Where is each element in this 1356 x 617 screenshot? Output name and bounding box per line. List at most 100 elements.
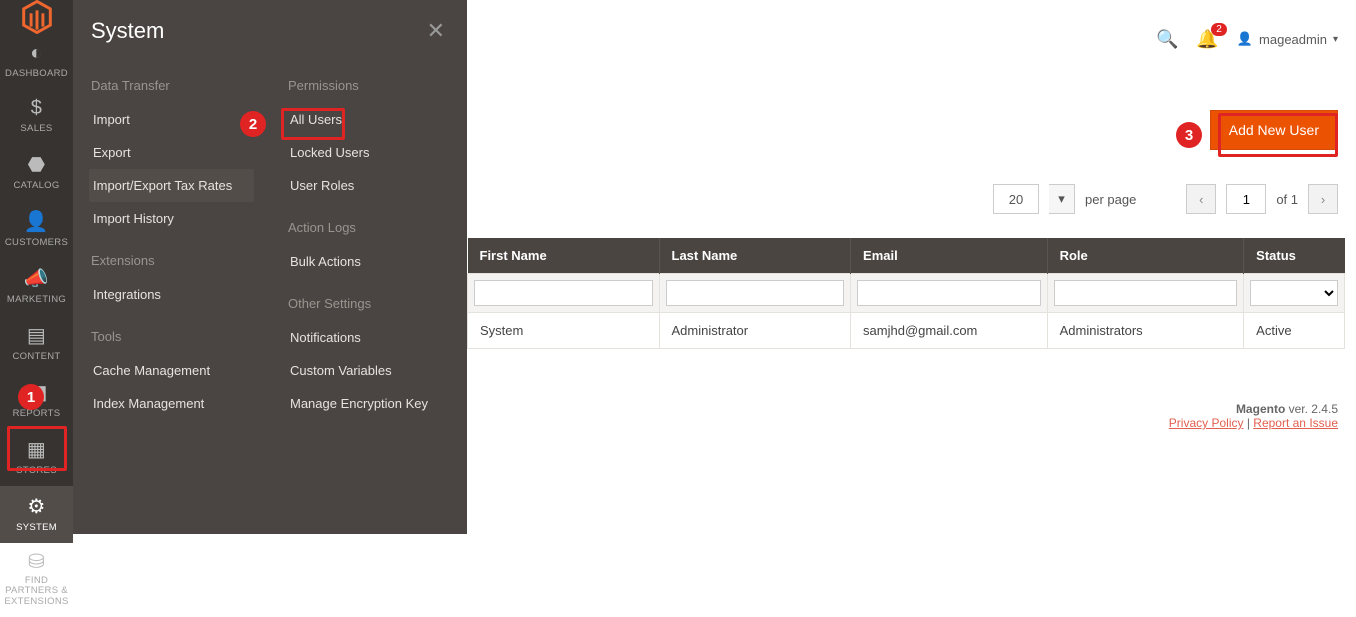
section-heading: Action Logs [286,202,451,245]
add-new-user-button[interactable]: Add New User [1210,110,1338,150]
nav-label: CONTENT [12,351,60,362]
per-page-label: per page [1085,192,1136,207]
col-last-name[interactable]: Last Name [659,238,851,274]
page-icon: ▤ [27,323,46,348]
annotation-badge-3: 3 [1176,122,1202,148]
page-size-dropdown-icon[interactable]: ▾ [1049,184,1075,214]
nav-label: STORES [16,465,57,476]
person-icon: 👤 [24,209,49,234]
section-heading: Other Settings [286,278,451,321]
main-area: 🔍 🔔2 👤 mageadmin ▾ Add New User 20 ▾ per … [467,0,1356,534]
flyout-col-left: Data Transfer Import Export Import/Expor… [73,60,270,420]
menu-export[interactable]: Export [89,136,254,169]
menu-all-users[interactable]: All Users [286,103,451,136]
nav-label: CUSTOMERS [5,237,68,248]
cube-icon: ⬣ [28,152,46,177]
cell-first: System [468,313,660,349]
user-menu[interactable]: 👤 mageadmin ▾ [1237,31,1338,47]
cell-email: samjhd@gmail.com [851,313,1048,349]
menu-import[interactable]: Import [89,103,254,136]
filter-status[interactable] [1250,280,1338,306]
nav-label: REPORTS [13,408,61,419]
filter-last-name[interactable] [666,280,845,306]
bell-icon[interactable]: 🔔2 [1196,29,1218,50]
nav-content[interactable]: ▤ CONTENT [0,315,73,372]
menu-notifications[interactable]: Notifications [286,321,451,354]
megaphone-icon: 📣 [24,266,49,291]
users-table: First Name Last Name Email Role Status S… [467,238,1345,349]
section-heading: Extensions [89,235,254,278]
table-row[interactable]: System Administrator samjhd@gmail.com Ad… [468,313,1345,349]
menu-locked-users[interactable]: Locked Users [286,136,451,169]
col-status[interactable]: Status [1244,238,1345,274]
nav-label: CATALOG [13,180,59,191]
nav-label: MARKETING [7,294,66,305]
nav-sales[interactable]: $ SALES [0,89,73,144]
system-flyout: System ✕ Data Transfer Import Export Imp… [73,0,467,534]
nav-customers[interactable]: 👤 CUSTOMERS [0,201,73,258]
filter-row [468,274,1345,313]
nav-partners[interactable]: ⛁ FIND PARTNERS & EXTENSIONS [0,543,73,617]
next-page-button[interactable]: › [1308,184,1338,214]
annotation-badge-1: 1 [18,384,44,410]
cell-status: Active [1244,313,1345,349]
section-heading: Data Transfer [89,60,254,103]
menu-custom-vars[interactable]: Custom Variables [286,354,451,387]
current-page-input[interactable] [1226,184,1266,214]
section-heading: Permissions [286,60,451,103]
nav-stores[interactable]: ▦ STORES [0,429,73,486]
prev-page-button[interactable]: ‹ [1186,184,1216,214]
nav-system[interactable]: ⚙ SYSTEM [0,486,73,543]
menu-import-export-tax[interactable]: Import/Export Tax Rates [89,169,254,202]
magento-logo[interactable] [0,0,73,34]
nav-label: FIND PARTNERS & EXTENSIONS [2,576,71,607]
search-icon[interactable]: 🔍 [1156,29,1178,50]
close-icon[interactable]: ✕ [427,18,445,44]
footer-version: ver. 2.4.5 [1289,402,1338,416]
stores-icon: ▦ [27,437,46,462]
menu-import-history[interactable]: Import History [89,202,254,235]
user-icon: 👤 [1237,31,1253,47]
topbar: 🔍 🔔2 👤 mageadmin ▾ [467,0,1338,70]
cell-role: Administrators [1047,313,1244,349]
flyout-col-right: Permissions All Users Locked Users User … [270,60,467,420]
menu-bulk-actions[interactable]: Bulk Actions [286,245,451,278]
partners-icon: ⛁ [28,551,45,573]
nav-label: SALES [20,123,52,134]
page-size-value[interactable]: 20 [993,184,1039,214]
filter-role[interactable] [1054,280,1238,306]
nav-label: SYSTEM [16,522,57,533]
col-first-name[interactable]: First Name [468,238,660,274]
section-heading: Tools [89,311,254,354]
pager: 20 ▾ per page ‹ of 1 › [467,184,1338,226]
magento-logo-icon [22,0,52,34]
privacy-link[interactable]: Privacy Policy [1169,416,1244,430]
flyout-title: System [91,18,164,44]
menu-index-mgmt[interactable]: Index Management [89,387,254,420]
col-email[interactable]: Email [851,238,1048,274]
of-label: of 1 [1276,192,1298,207]
annotation-badge-2: 2 [240,111,266,137]
menu-user-roles[interactable]: User Roles [286,169,451,202]
nav-catalog[interactable]: ⬣ CATALOG [0,144,73,201]
col-role[interactable]: Role [1047,238,1244,274]
report-link[interactable]: Report an Issue [1253,416,1338,430]
notification-badge: 2 [1211,23,1227,36]
menu-integrations[interactable]: Integrations [89,278,254,311]
nav-dashboard[interactable]: ◐ DASHBOARD [0,34,73,89]
filter-first-name[interactable] [474,280,653,306]
nav-label: DASHBOARD [5,68,68,79]
username: mageadmin [1259,32,1327,47]
menu-encryption-key[interactable]: Manage Encryption Key [286,387,451,420]
filter-email[interactable] [857,280,1041,306]
nav-marketing[interactable]: 📣 MARKETING [0,258,73,315]
chevron-down-icon: ▾ [1333,34,1338,45]
footer-product: Magento [1236,402,1285,416]
gauge-icon: ◐ [30,42,42,65]
gear-icon: ⚙ [27,494,45,519]
cell-last: Administrator [659,313,851,349]
dollar-icon: $ [31,97,42,120]
menu-cache-mgmt[interactable]: Cache Management [89,354,254,387]
footer: Magento ver. 2.4.5 Privacy Policy | Repo… [1169,402,1338,430]
admin-sidebar: ◐ DASHBOARD $ SALES ⬣ CATALOG 👤 CUSTOMERS 📣 M… [0,0,73,534]
